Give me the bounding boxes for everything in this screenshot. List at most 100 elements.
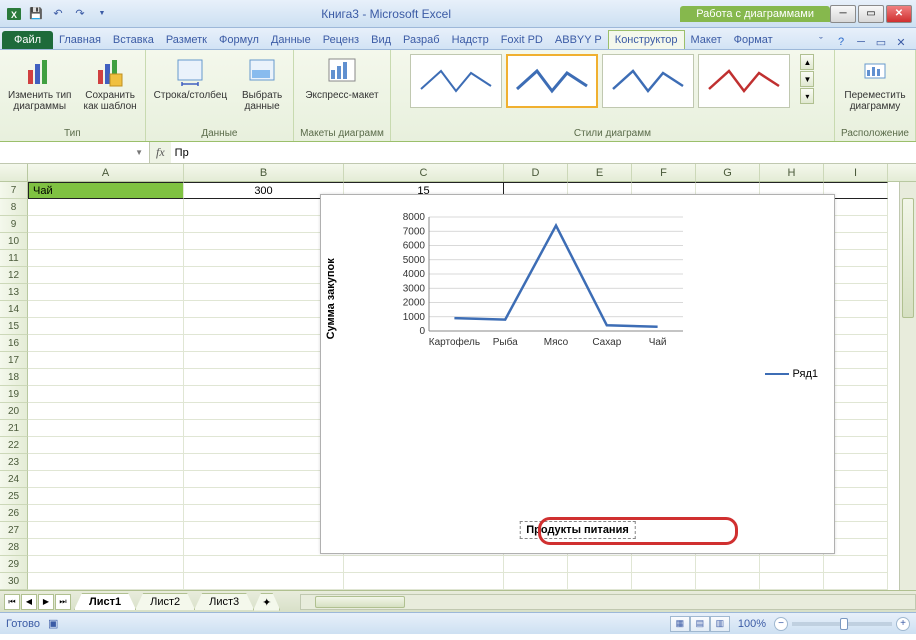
tab-data[interactable]: Данные [265, 31, 317, 49]
view-pagebreak-icon[interactable]: ▥ [710, 616, 730, 632]
row-22[interactable]: 22 [0, 437, 28, 454]
sheet-tab-2[interactable]: Лист2 [135, 593, 195, 610]
zoom-slider[interactable] [792, 622, 892, 626]
cell-A26[interactable] [28, 505, 184, 522]
qat-dropdown-icon[interactable]: ▼ [92, 4, 112, 24]
view-normal-icon[interactable]: ▦ [670, 616, 690, 632]
tab-foxit[interactable]: Foxit PD [495, 31, 549, 49]
col-G[interactable]: G [696, 164, 760, 181]
x-axis-title[interactable]: Продукты питания [519, 521, 636, 539]
cell-A19[interactable] [28, 386, 184, 403]
select-data-button[interactable]: Выбрать данные [237, 54, 287, 114]
cell-D30[interactable] [504, 573, 568, 590]
cell-F30[interactable] [632, 573, 696, 590]
row-15[interactable]: 15 [0, 318, 28, 335]
cell-A17[interactable] [28, 352, 184, 369]
row-14[interactable]: 14 [0, 301, 28, 318]
row-19[interactable]: 19 [0, 386, 28, 403]
cell-A23[interactable] [28, 454, 184, 471]
row-11[interactable]: 11 [0, 250, 28, 267]
gallery-down-icon[interactable]: ▼ [800, 71, 814, 87]
cell-A30[interactable] [28, 573, 184, 590]
close-button[interactable]: ✕ [886, 5, 912, 23]
cell-F29[interactable] [632, 556, 696, 573]
horizontal-scrollbar[interactable] [300, 594, 916, 610]
col-B[interactable]: B [184, 164, 344, 181]
row-18[interactable]: 18 [0, 369, 28, 386]
cell-A25[interactable] [28, 488, 184, 505]
change-chart-type-button[interactable]: Изменить тип диаграммы [6, 54, 73, 114]
row-27[interactable]: 27 [0, 522, 28, 539]
row-28[interactable]: 28 [0, 539, 28, 556]
tab-abbyy[interactable]: ABBYY P [549, 31, 608, 49]
row-17[interactable]: 17 [0, 352, 28, 369]
tab-review[interactable]: Реценз [317, 31, 365, 49]
cell-A12[interactable] [28, 267, 184, 284]
tab-format[interactable]: Формат [728, 31, 779, 49]
tab-design[interactable]: Конструктор [608, 30, 685, 49]
cell-B29[interactable] [184, 556, 344, 573]
gallery-more-icon[interactable]: ▾ [800, 88, 814, 104]
chart-style-2[interactable] [506, 54, 598, 108]
zoom-percent[interactable]: 100% [738, 618, 766, 630]
row-21[interactable]: 21 [0, 420, 28, 437]
row-12[interactable]: 12 [0, 267, 28, 284]
quick-layout-button[interactable]: Экспресс-макет [303, 54, 380, 103]
row-13[interactable]: 13 [0, 284, 28, 301]
row-29[interactable]: 29 [0, 556, 28, 573]
col-C[interactable]: C [344, 164, 504, 181]
redo-icon[interactable]: ↷ [70, 4, 90, 24]
cell-A20[interactable] [28, 403, 184, 420]
chart-style-4[interactable] [698, 54, 790, 108]
sheet-nav-next-icon[interactable]: ▶ [38, 594, 54, 610]
row-25[interactable]: 25 [0, 488, 28, 505]
tab-formulas[interactable]: Формул [213, 31, 265, 49]
cell-G29[interactable] [696, 556, 760, 573]
col-E[interactable]: E [568, 164, 632, 181]
cell-H29[interactable] [760, 556, 824, 573]
new-sheet-button[interactable]: ✦ [253, 593, 280, 611]
doc-minimize-icon[interactable]: ─ [852, 35, 870, 49]
row-24[interactable]: 24 [0, 471, 28, 488]
row-23[interactable]: 23 [0, 454, 28, 471]
row-26[interactable]: 26 [0, 505, 28, 522]
cell-A22[interactable] [28, 437, 184, 454]
doc-close-icon[interactable]: ✕ [892, 35, 910, 49]
cell-G30[interactable] [696, 573, 760, 590]
cell-A16[interactable] [28, 335, 184, 352]
chart-style-1[interactable] [410, 54, 502, 108]
col-I[interactable]: I [824, 164, 888, 181]
doc-restore-icon[interactable]: ▭ [872, 35, 890, 49]
name-box[interactable]: ▼ [0, 142, 150, 163]
cell-A13[interactable] [28, 284, 184, 301]
cell-A14[interactable] [28, 301, 184, 318]
ribbon-minimize-icon[interactable]: ˇ [812, 35, 830, 49]
row-10[interactable]: 10 [0, 233, 28, 250]
file-tab[interactable]: Файл [2, 31, 53, 49]
cell-A8[interactable] [28, 199, 184, 216]
zoom-in-button[interactable]: + [896, 617, 910, 631]
embedded-chart[interactable]: Сумма закупок 01000200030004000500060007… [320, 194, 835, 554]
col-A[interactable]: A [28, 164, 184, 181]
cell-A9[interactable] [28, 216, 184, 233]
cell-A24[interactable] [28, 471, 184, 488]
fx-icon[interactable]: fx [156, 145, 165, 160]
cell-I30[interactable] [824, 573, 888, 590]
help-icon[interactable]: ? [832, 35, 850, 49]
excel-icon[interactable]: X [4, 4, 24, 24]
row-7[interactable]: 7 [0, 182, 28, 199]
sheet-nav-prev-icon[interactable]: ◀ [21, 594, 37, 610]
cell-A29[interactable] [28, 556, 184, 573]
col-F[interactable]: F [632, 164, 696, 181]
chart-legend[interactable]: Ряд1 [765, 368, 818, 380]
cell-A7[interactable]: Чай [28, 182, 184, 199]
tab-insert[interactable]: Вставка [107, 31, 160, 49]
cell-I29[interactable] [824, 556, 888, 573]
cell-H30[interactable] [760, 573, 824, 590]
maximize-button[interactable]: ▭ [858, 5, 884, 23]
cell-A21[interactable] [28, 420, 184, 437]
minimize-button[interactable]: ─ [830, 5, 856, 23]
select-all-corner[interactable] [0, 164, 28, 181]
move-chart-button[interactable]: Переместить диаграмму [842, 54, 907, 114]
sheet-tab-1[interactable]: Лист1 [74, 593, 136, 610]
